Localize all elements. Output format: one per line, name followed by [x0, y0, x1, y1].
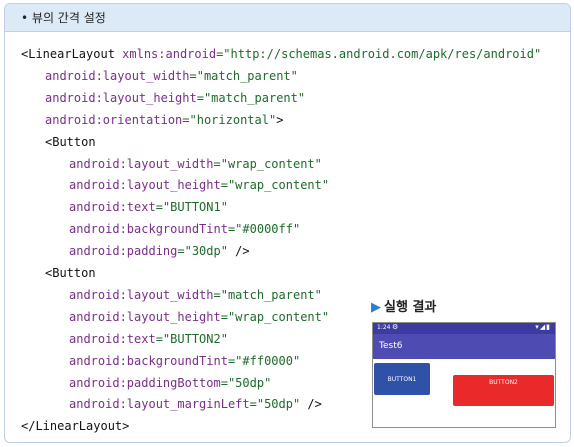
code-token: android: [69, 397, 127, 412]
code-token: android: [69, 222, 127, 237]
code-token: padding [126, 244, 178, 259]
code-token: layout_height [126, 178, 221, 193]
button1[interactable]: BUTTON1 [374, 363, 430, 395]
code-token: <Button [45, 134, 96, 149]
code-token: /> [227, 244, 250, 259]
code-token: android: [69, 200, 127, 215]
settings-icon: ⚙ [392, 323, 399, 331]
code-token: ="#ff0000" [227, 353, 301, 368]
app-bar: Test6 [373, 334, 555, 359]
code-token: android: [69, 287, 127, 302]
example-box: • 뷰의 간격 설정 <LinearLayout xmlns:android="… [4, 3, 571, 443]
code-token: android: [69, 156, 127, 171]
code-token: android: [69, 331, 127, 346]
code-token: backgroundTint [126, 222, 228, 237]
button1-label: BUTTON1 [387, 375, 417, 383]
code-token: /> [300, 397, 322, 412]
code-line: android:layout_height="match_parent" [45, 90, 305, 106]
code-token: > [276, 112, 284, 127]
code-line: android:backgroundTint="#ff0000" [69, 353, 300, 369]
code-token: text [126, 200, 156, 215]
code-token: android: [69, 244, 127, 259]
button2-label: BUTTON2 [489, 379, 518, 386]
status-bar: 1:24 ⚙ ▾◢▮ [373, 323, 555, 334]
button2[interactable]: BUTTON2 [453, 375, 554, 406]
code-token: ="match_parent" [213, 287, 322, 302]
code-line: android:layout_width="wrap_content" [69, 156, 322, 172]
code-token: ="horizontal" [182, 112, 277, 127]
phone-screenshot: 1:24 ⚙ ▾◢▮ Test6 BUTTON1 BUTTON2 [372, 322, 556, 428]
code-token: android: [45, 90, 103, 105]
code-token: paddingBottom [126, 375, 221, 390]
code-token: ="30dp" [177, 244, 228, 259]
code-token: ="wrap_content" [220, 309, 330, 324]
code-token: layout_width [126, 156, 214, 171]
code-line: android:orientation="horizontal"> [45, 112, 283, 128]
code-line: android:layout_width="match_parent" [69, 287, 322, 303]
code-token: <Button [45, 266, 96, 280]
code-token: ="http://schemas.android.com/apk/res/and… [216, 47, 542, 61]
code-line: android:backgroundTint="#0000ff" [69, 221, 300, 237]
code-line: android:padding="30dp" /> [69, 243, 250, 259]
code-token: ="BUTTON1" [155, 200, 228, 215]
code-token: </LinearLayout> [21, 419, 130, 434]
code-line: android:layout_width="match_parent" [45, 68, 298, 84]
signal-battery-icon: ▾◢▮ [535, 323, 551, 331]
code-token: ="#0000ff" [227, 222, 301, 237]
code-token: layout_height [102, 90, 197, 105]
code-token: <LinearLayout [21, 47, 123, 61]
code-token: android: [69, 178, 127, 193]
code-token: ="match_parent" [196, 90, 306, 105]
code-token: layout_height [126, 309, 221, 324]
code-token: backgroundTint [126, 353, 228, 368]
triangle-icon: ▶ [371, 300, 381, 315]
code-token: android: [69, 375, 127, 390]
code-line: <Button [45, 134, 96, 150]
code-token: layout_width [126, 287, 214, 302]
code-line: <LinearLayout xmlns:android="http://sche… [21, 46, 541, 62]
code-token: android: [45, 112, 103, 127]
code-token: ="50dp" [249, 397, 301, 412]
code-line: android:text="BUTTON2" [69, 331, 228, 347]
code-token: xmlns:android [122, 47, 217, 61]
code-line: android:layout_height="wrap_content" [69, 309, 329, 325]
code-line: android:text="BUTTON1" [69, 199, 228, 215]
code-line: android:layout_height="wrap_content" [69, 177, 329, 193]
code-token: ="50dp" [220, 375, 272, 390]
code-line: android:paddingBottom="50dp" [69, 375, 271, 391]
code-token: layout_marginLeft [126, 397, 250, 412]
code-token: android: [69, 309, 127, 324]
code-token: android: [45, 68, 103, 83]
code-token: ="match_parent" [189, 68, 298, 83]
status-time: 1:24 [377, 324, 391, 331]
code-token: text [126, 331, 156, 346]
code-token: ="wrap_content" [220, 178, 330, 193]
code-token: orientation [102, 112, 183, 127]
code-token: layout_width [102, 68, 190, 83]
code-token: android: [69, 353, 127, 368]
code-line: </LinearLayout> [21, 418, 129, 434]
result-label: ▶ 실행 결과 [371, 300, 437, 315]
code-token: ="BUTTON2" [155, 331, 228, 346]
code-line: <Button [45, 265, 96, 281]
code-token: ="wrap_content" [213, 156, 322, 171]
app-title: Test6 [379, 341, 403, 351]
code-line: android:layout_marginLeft="50dp" /> [69, 396, 322, 412]
